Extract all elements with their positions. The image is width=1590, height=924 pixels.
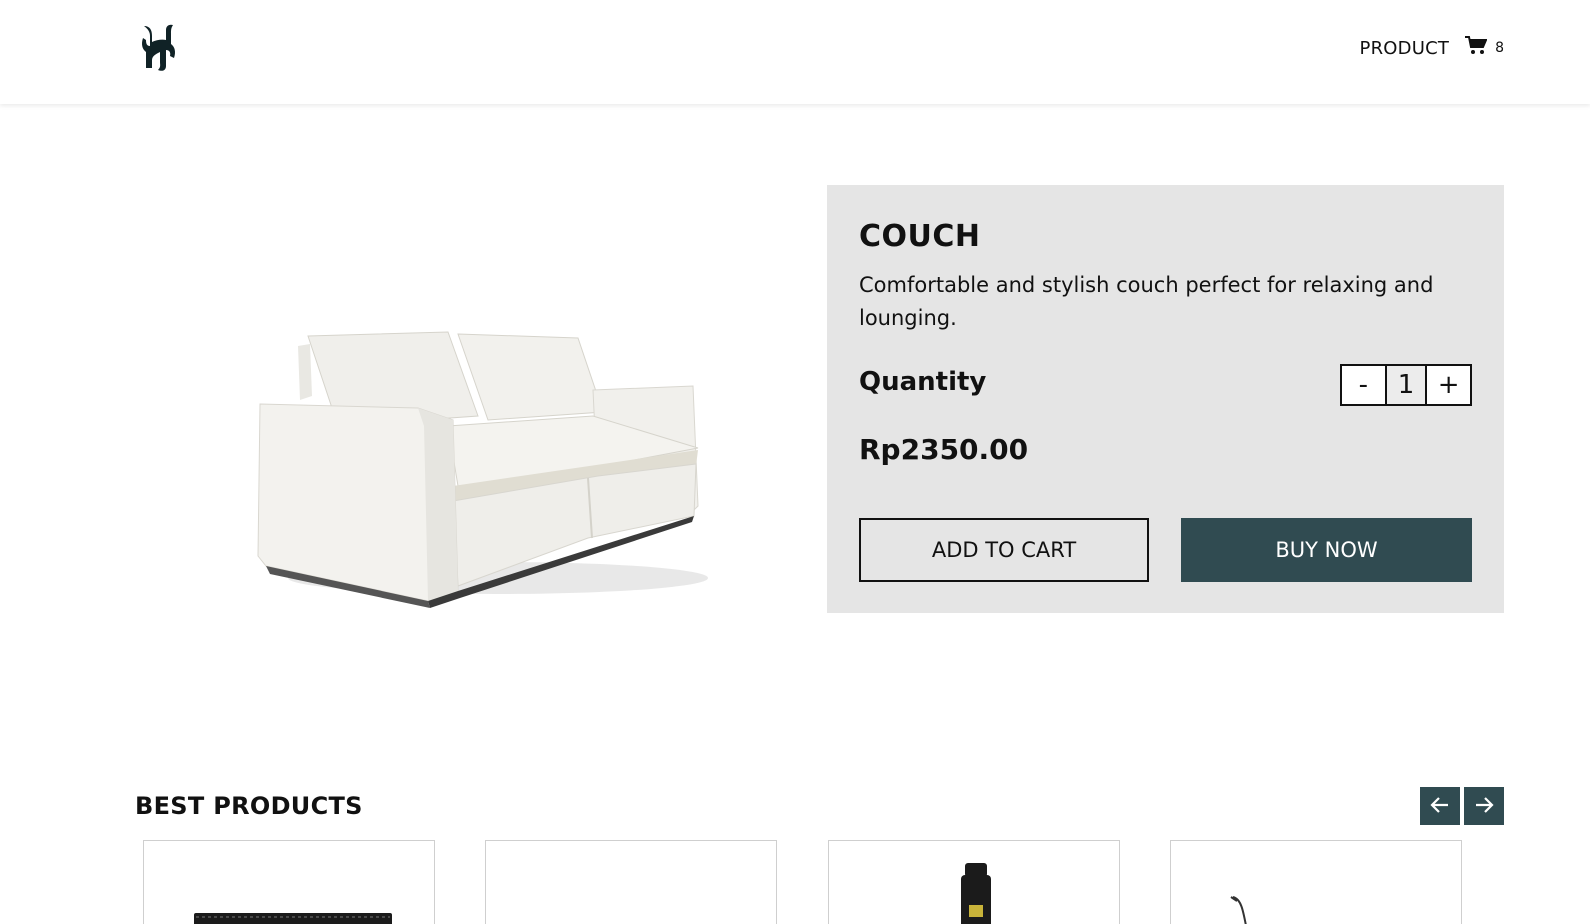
buy-now-button[interactable]: BUY NOW (1181, 518, 1472, 582)
product-card[interactable] (1170, 840, 1462, 924)
cart-icon (1465, 36, 1488, 60)
arrow-right-icon (1474, 796, 1494, 817)
main-nav: PRODUCT 8 (1360, 36, 1504, 60)
quantity-stepper: - 1 + (1340, 364, 1472, 406)
cart-count-badge: 8 (1495, 40, 1504, 56)
quantity-decrement-button[interactable]: - (1342, 366, 1385, 404)
carousel-next-button[interactable] (1464, 787, 1504, 825)
product-card[interactable] (828, 840, 1120, 924)
add-to-cart-button[interactable]: ADD TO CART (859, 518, 1149, 582)
product-card-image (194, 913, 392, 924)
product-card[interactable] (485, 840, 777, 924)
product-description: Comfortable and stylish couch perfect fo… (859, 273, 1434, 330)
carousel-prev-button[interactable] (1420, 787, 1460, 825)
quantity-label: Quantity (859, 367, 987, 397)
nav-link-product[interactable]: PRODUCT (1360, 38, 1450, 59)
product-title: COUCH (859, 219, 981, 254)
cart-button[interactable]: 8 (1465, 36, 1504, 60)
product-detail-panel: COUCH Comfortable and stylish couch perf… (827, 185, 1504, 613)
brand-logo[interactable] (140, 22, 178, 72)
product-image-couch (248, 316, 718, 612)
product-card-image (961, 863, 991, 924)
product-card[interactable] (143, 840, 435, 924)
site-header: PRODUCT 8 (0, 0, 1590, 104)
product-card-image (486, 841, 777, 924)
arrow-left-icon (1430, 796, 1450, 817)
product-card-image (1230, 896, 1247, 924)
best-products-title: BEST PRODUCTS (135, 792, 363, 820)
quantity-value[interactable]: 1 (1384, 366, 1428, 404)
product-price: Rp2350.00 (859, 433, 1029, 466)
quantity-increment-button[interactable]: + (1427, 366, 1470, 404)
